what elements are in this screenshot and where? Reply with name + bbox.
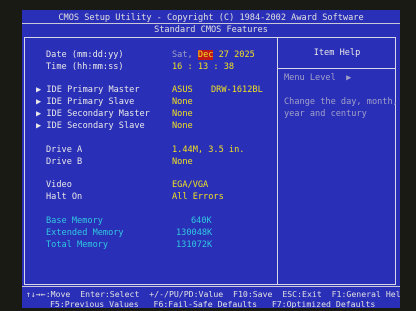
help-text-line1: Change the day, month, bbox=[284, 97, 398, 107]
halt-on-value[interactable]: All Errors bbox=[172, 192, 224, 202]
total-memory-label: Total Memory bbox=[46, 240, 109, 250]
submenu-arrow-icon: ▶ bbox=[36, 121, 42, 131]
date-month[interactable]: Dec bbox=[197, 50, 214, 60]
ide-secondary-master-value[interactable]: None bbox=[172, 109, 193, 119]
submenu-arrow-icon: ▶ bbox=[36, 109, 42, 119]
help-text-line2: year and century bbox=[284, 109, 367, 119]
date-label: Date (mm:dd:yy) bbox=[46, 50, 124, 60]
date-rest[interactable]: 27 2025 bbox=[219, 50, 255, 60]
extended-memory-value: 130048K bbox=[176, 228, 213, 238]
time-value[interactable]: 16 : 13 : 38 bbox=[172, 62, 234, 72]
video-value[interactable]: EGA/VGA bbox=[172, 180, 208, 190]
ide-secondary-master-item[interactable]: ▶ IDE Secondary Master bbox=[36, 109, 150, 119]
video-label: Video bbox=[46, 180, 72, 190]
help-separator bbox=[278, 68, 396, 69]
drive-a-label: Drive A bbox=[46, 145, 83, 155]
menu-level-label: Menu Level bbox=[284, 73, 336, 83]
ide-primary-master-item[interactable]: ▶ IDE Primary Master bbox=[36, 85, 140, 95]
drive-a-value[interactable]: 1.44M, 3.5 in. bbox=[172, 145, 244, 155]
bios-screen: CMOS Setup Utility - Copyright (C) 1984-… bbox=[22, 10, 400, 308]
footer-rule bbox=[22, 286, 400, 287]
utility-title: CMOS Setup Utility - Copyright (C) 1984-… bbox=[58, 13, 364, 23]
submenu-arrow-icon: ▶ bbox=[36, 85, 42, 95]
item-help-title: Item Help bbox=[313, 48, 361, 58]
ide-secondary-slave-value[interactable]: None bbox=[172, 121, 193, 131]
ide-primary-master-label: IDE Primary Master bbox=[46, 85, 140, 95]
ide-secondary-master-label: IDE Secondary Master bbox=[46, 109, 150, 119]
help-divider bbox=[277, 37, 278, 285]
ide-primary-slave-value[interactable]: None bbox=[172, 97, 193, 107]
halt-on-label: Halt On bbox=[46, 192, 83, 202]
ide-primary-slave-label: IDE Primary Slave bbox=[46, 97, 135, 107]
time-label: Time (hh:mm:ss) bbox=[46, 62, 124, 72]
drive-b-value[interactable]: None bbox=[172, 157, 193, 167]
header-rule bbox=[22, 23, 400, 24]
extended-memory-label: Extended Memory bbox=[46, 228, 124, 238]
base-memory-value: 640K bbox=[191, 216, 212, 226]
ide-secondary-slave-label: IDE Secondary Slave bbox=[46, 121, 145, 131]
drive-b-label: Drive B bbox=[46, 157, 83, 167]
menu-level: Menu Level ▶ bbox=[284, 73, 351, 83]
ide-secondary-slave-item[interactable]: ▶ IDE Secondary Slave bbox=[36, 121, 145, 131]
date-day: Sat, bbox=[172, 50, 193, 60]
menu-level-arrow-icon: ▶ bbox=[346, 73, 352, 83]
ide-primary-master-value[interactable]: ASUS bbox=[172, 85, 193, 95]
date-field[interactable]: Sat, Dec 27 2025 bbox=[172, 50, 255, 60]
ide-primary-slave-item[interactable]: ▶ IDE Primary Slave bbox=[36, 97, 134, 107]
ide-primary-master-model: DRW-1612BL bbox=[211, 85, 263, 95]
page-title: Standard CMOS Features bbox=[154, 25, 268, 35]
total-memory-value: 131072K bbox=[176, 240, 213, 250]
base-memory-label: Base Memory bbox=[46, 216, 103, 226]
submenu-arrow-icon: ▶ bbox=[36, 97, 42, 107]
key-help-line1: ↑↓→←:Move Enter:Select +/-/PU/PD:Value F… bbox=[26, 289, 400, 299]
key-help-line2: F5:Previous Values F6:Fail-Safe Defaults… bbox=[50, 299, 376, 308]
